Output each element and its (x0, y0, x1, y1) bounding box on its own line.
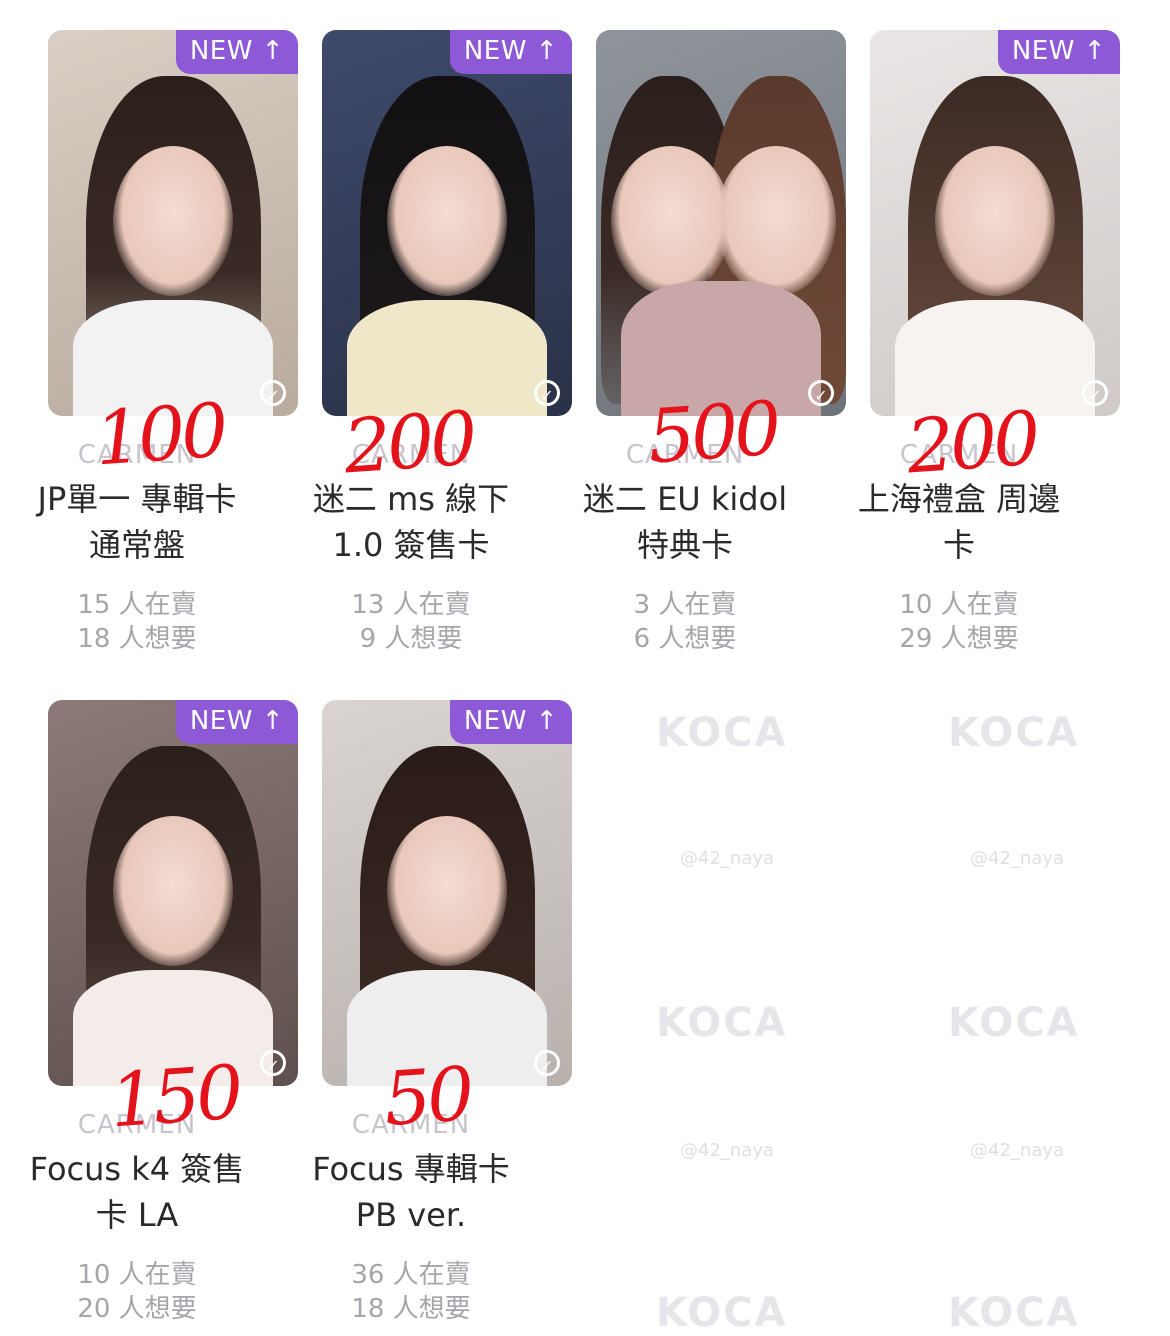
watermark: KOCA (656, 1000, 788, 1046)
watermark: KOCA (656, 1290, 788, 1336)
card-title: Focus 專輯卡 PB ver. (274, 1146, 548, 1238)
photo-face (935, 145, 1055, 296)
selling-count: 3 人在賣 (633, 590, 737, 620)
watermark: KOCA (948, 1290, 1080, 1336)
check-icon[interactable]: ✓ (1082, 380, 1108, 406)
card-title-line2: 通常盤 (88, 526, 185, 564)
wanting-count: 29 人想要 (899, 624, 1019, 654)
photocard-image[interactable]: NEW ↑ ✓ (322, 30, 572, 416)
photocard-item[interactable]: NEW ↑ ✓ CARMEN JP單一 專輯卡 通常盤 15 人在賣 18 人想… (0, 0, 298, 670)
new-badge: NEW ↑ (449, 700, 572, 744)
card-title: Focus k4 簽售 卡 LA (0, 1146, 274, 1238)
photocard-grid: NEW ↑ ✓ CARMEN JP單一 專輯卡 通常盤 15 人在賣 18 人想… (0, 0, 1170, 1336)
card-title: 上海禮盒 周邊 卡 (822, 476, 1096, 568)
selling-count: 10 人在賣 (77, 1260, 197, 1290)
photo-face (113, 815, 233, 966)
photocard-item[interactable]: NEW ↑ ✓ CARMEN Focus k4 簽售 卡 LA 10 人在賣 2… (0, 670, 298, 1332)
photo-face-second (716, 145, 836, 296)
wanting-count: 6 人想要 (633, 624, 737, 654)
photocard-image[interactable]: NEW ↑ ✓ (48, 700, 298, 1086)
selling-count: 15 人在賣 (77, 590, 197, 620)
watermark-handle: @42_naya (680, 1140, 775, 1161)
new-badge: NEW ↑ (997, 30, 1120, 74)
card-title-line2: 卡 (942, 526, 975, 564)
photocard-item[interactable]: NEW ↑ ✓ CARMEN 迷二 ms 線下 1.0 簽售卡 13 人在賣 9… (274, 0, 572, 670)
card-title: 迷二 EU kidol 特典卡 (548, 476, 822, 568)
card-title-line2: PB ver. (355, 1196, 467, 1234)
card-title: 迷二 ms 線下 1.0 簽售卡 (274, 476, 548, 568)
handwritten-price: 100 (92, 387, 228, 483)
card-title-line1: Focus 專輯卡 (312, 1150, 510, 1188)
photo-face (387, 145, 507, 296)
watermark-handle: @42_naya (680, 848, 775, 869)
photo-face (611, 145, 731, 296)
handwritten-price: 500 (645, 385, 781, 481)
card-title-line2: 卡 LA (95, 1196, 179, 1234)
wanting-count: 18 人想要 (77, 624, 197, 654)
watermark: KOCA (948, 1000, 1080, 1046)
watermark: KOCA (948, 710, 1080, 756)
photocard-image[interactable]: ✓ (596, 30, 846, 416)
handwritten-price: 200 (341, 395, 477, 491)
photocard-image[interactable]: NEW ↑ ✓ (48, 30, 298, 416)
photo-face (387, 815, 507, 966)
photocard-image[interactable]: NEW ↑ ✓ (870, 30, 1120, 416)
selling-count: 36 人在賣 (351, 1260, 471, 1290)
wanting-count: 18 人想要 (351, 1294, 471, 1324)
handwritten-price: 150 (107, 1049, 243, 1145)
wanting-count: 20 人想要 (77, 1294, 197, 1324)
handwritten-price: 200 (904, 395, 1040, 491)
watermark-handle: @42_naya (970, 848, 1065, 869)
card-title-line1: JP單一 專輯卡 (37, 480, 237, 518)
card-title-line1: 迷二 EU kidol (582, 480, 788, 518)
card-title-line1: Focus k4 簽售 (29, 1150, 245, 1188)
watermark-handle: @42_naya (970, 1140, 1065, 1161)
check-icon[interactable]: ✓ (534, 1050, 560, 1076)
card-title-line2: 1.0 簽售卡 (332, 526, 490, 564)
photocard-item[interactable]: ✓ CARMEN 迷二 EU kidol 特典卡 3 人在賣 6 人想要 500 (548, 0, 846, 670)
card-title: JP單一 專輯卡 通常盤 (0, 476, 274, 568)
wanting-count: 9 人想要 (359, 624, 463, 654)
photo-face (113, 145, 233, 296)
card-title-line2: 特典卡 (636, 526, 733, 564)
selling-count: 13 人在賣 (351, 590, 471, 620)
photocard-item[interactable]: NEW ↑ ✓ CARMEN Focus 專輯卡 PB ver. 36 人在賣 … (274, 670, 572, 1332)
photocard-item[interactable]: NEW ↑ ✓ CARMEN 上海禮盒 周邊 卡 10 人在賣 29 人想要 2… (822, 0, 1120, 670)
handwritten-price: 50 (381, 1051, 474, 1143)
photocard-image[interactable]: NEW ↑ ✓ (322, 700, 572, 1086)
selling-count: 10 人在賣 (899, 590, 1019, 620)
watermark: KOCA (656, 710, 788, 756)
